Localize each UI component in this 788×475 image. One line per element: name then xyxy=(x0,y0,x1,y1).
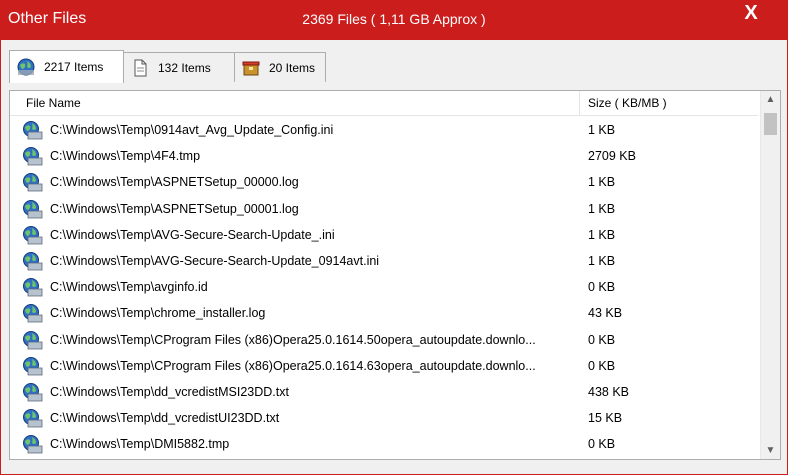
file-path: C:\Windows\Temp\DMI5882.tmp xyxy=(50,437,230,452)
vertical-scrollbar[interactable]: ▲ ▼ xyxy=(760,91,780,459)
tab-items-1[interactable]: 2217 Items xyxy=(9,50,124,83)
file-size: 1 KB xyxy=(588,227,616,242)
file-size: 1 KB xyxy=(588,253,616,268)
globe-file-icon xyxy=(23,278,43,297)
tab-label: 132 Items xyxy=(158,60,211,75)
table-row[interactable]: C:\Windows\Temp\ASPNETSetup_00000.log 1 K… xyxy=(10,169,758,195)
globe-file-icon xyxy=(23,356,43,376)
file-path: C:\Windows\Temp\CProgram Files (x86)Oper… xyxy=(50,358,536,373)
file-size: 0 KB xyxy=(588,332,616,347)
scroll-up-icon[interactable]: ▲ xyxy=(761,91,780,108)
table-row[interactable]: C:\Windows\Temp\AVG-Secure-Search-Update… xyxy=(10,222,758,248)
scroll-thumb[interactable] xyxy=(764,113,777,135)
file-path: C:\Windows\Temp\AVG-Secure-Search-Update… xyxy=(50,253,380,268)
file-path: C:\Windows\Temp\dd_vcredistUI23DD.txt xyxy=(50,411,280,426)
globe-file-icon xyxy=(23,409,43,428)
tab-label: 20 Items xyxy=(269,60,316,75)
table-row[interactable]: C:\Windows\Temp\DMI5882.tmp 0 KB xyxy=(10,431,758,457)
files-summary: 2369 Files ( 1,11 GB Approx ) xyxy=(302,11,486,27)
globe-file-icon xyxy=(23,225,43,245)
tab-label: 2217 Items xyxy=(44,60,104,74)
file-path: C:\Windows\Temp\avginfo.id xyxy=(50,280,208,295)
table-row[interactable]: C:\Windows\Temp\AVG-Secure-Search-Update… xyxy=(10,248,758,274)
file-path: C:\Windows\Temp\0914avt_Avg_Update_Confi… xyxy=(50,123,334,137)
file-size: 0 KB xyxy=(588,358,616,373)
close-button[interactable]: X xyxy=(740,3,762,25)
globe-file-icon xyxy=(23,304,43,323)
table-row[interactable]: C:\Windows\Temp\ASPNETSetup_00001.log 1 K… xyxy=(10,196,758,222)
table-row[interactable]: C:\Windows\Temp\CProgram Files (x86)Oper… xyxy=(10,353,758,379)
tab-items-3[interactable]: 20 Items xyxy=(234,52,326,82)
file-rows: C:\Windows\Temp\0914avt_Avg_Update_Confi… xyxy=(10,117,758,457)
globe-file-icon xyxy=(23,121,43,140)
file-size: 0 KB xyxy=(588,437,616,452)
table-row[interactable]: C:\Windows\Temp\dd_vcredistMSI23DD.txt 43… xyxy=(10,379,758,405)
globe-file-icon xyxy=(23,330,43,349)
file-path: C:\Windows\Temp\dd_vcredistMSI23DD.txt xyxy=(50,384,289,399)
globe-file-icon xyxy=(23,435,43,454)
column-header-file-name[interactable]: File Name xyxy=(10,91,580,115)
file-size: 1 KB xyxy=(588,201,616,216)
table-row[interactable]: C:\Windows\Temp\CProgram Files (x86)Oper… xyxy=(10,327,758,353)
file-size: 2709 KB xyxy=(588,149,636,164)
file-path: C:\Windows\Temp\4F4.tmp xyxy=(50,149,201,164)
scroll-down-icon[interactable]: ▼ xyxy=(761,442,780,459)
file-path: C:\Windows\Temp\chrome_installer.log xyxy=(50,306,266,321)
box-icon xyxy=(242,61,260,75)
file-size: 43 KB xyxy=(588,306,623,321)
file-size: 438 KB xyxy=(588,384,630,399)
titlebar: Other Files 2369 Files ( 1,11 GB Approx … xyxy=(0,0,788,40)
globe-file-icon xyxy=(23,199,43,218)
globe-folder-icon xyxy=(17,58,35,76)
list-header: File Name Size ( KB/MB ) xyxy=(10,91,758,116)
globe-file-icon xyxy=(23,382,43,402)
file-path: C:\Windows\Temp\AVG-Secure-Search-Update… xyxy=(50,227,335,242)
table-row[interactable]: C:\Windows\Temp\0914avt_Avg_Update_Confi… xyxy=(10,117,758,143)
file-size: 1 KB xyxy=(588,175,616,190)
table-row[interactable]: C:\Windows\Temp\avginfo.id 0 KB xyxy=(10,274,758,300)
tab-items-2[interactable]: 132 Items xyxy=(123,52,235,82)
file-list[interactable]: File Name Size ( KB/MB ) C:\Windows\Temp… xyxy=(9,90,781,460)
table-row[interactable]: C:\Windows\Temp\chrome_installer.log 43 K… xyxy=(10,300,758,326)
globe-file-icon xyxy=(23,251,43,271)
content-panel: 2217 Items 132 Items 20 Items File Name … xyxy=(1,40,787,474)
column-header-size[interactable]: Size ( KB/MB ) xyxy=(580,91,758,115)
file-path: C:\Windows\Temp\ASPNETSetup_00000.log xyxy=(50,175,299,190)
file-icon xyxy=(134,59,147,76)
table-row[interactable]: C:\Windows\Temp\4F4.tmp 2709 KB xyxy=(10,143,758,169)
globe-file-icon xyxy=(23,173,43,192)
other-files-window: Other Files 2369 Files ( 1,11 GB Approx … xyxy=(0,0,788,475)
file-size: 1 KB xyxy=(588,123,616,137)
file-path: C:\Windows\Temp\ASPNETSetup_00001.log xyxy=(50,201,299,216)
globe-file-icon xyxy=(23,147,43,166)
file-size: 15 KB xyxy=(588,411,623,426)
file-size: 0 KB xyxy=(588,280,616,295)
table-row[interactable]: C:\Windows\Temp\dd_vcredistUI23DD.txt 15 … xyxy=(10,405,758,431)
file-path: C:\Windows\Temp\CProgram Files (x86)Oper… xyxy=(50,332,536,347)
